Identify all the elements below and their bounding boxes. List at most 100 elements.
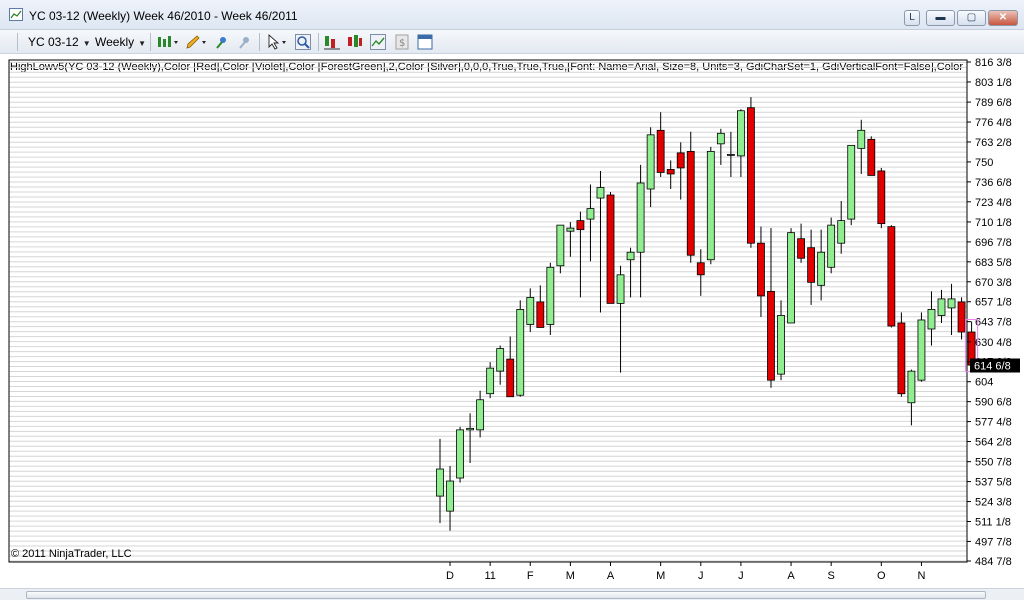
candle-body-up [837,220,846,244]
chart-marker-icon[interactable] [214,34,230,50]
y-tick-label: 630 4/8 [975,337,1012,349]
y-tick-label: 577 4/8 [975,417,1012,429]
panel-icon[interactable] [417,34,433,50]
candle [867,136,876,176]
candle-body-up [646,134,655,190]
candle [927,291,936,346]
candle-body-up [937,298,946,316]
x-tick-label: J [698,570,704,582]
y-tick-label: 604 [975,377,993,389]
candle-body-up [726,153,735,156]
period-label: Weekly [95,35,135,49]
candle-body-up [566,227,575,232]
x-tick-label: J [738,570,744,582]
candle-body-up [787,232,795,324]
toolbar-separator [17,33,18,51]
candle [526,288,535,333]
y-tick-label: 683 5/8 [975,257,1012,269]
candle [556,224,565,274]
instrument-selector[interactable]: YC 03-12 ▼ [28,34,91,50]
x-tick-label: O [877,570,886,582]
candle-body-up [486,367,495,395]
candle-body-down [656,129,665,173]
candle-body-up [917,319,926,381]
horizontal-scrollbar[interactable] [0,588,1024,600]
x-tick-label: D [446,570,454,582]
minimize-button[interactable]: ▬ [926,10,955,26]
y-tick-label: 497 7/8 [975,536,1012,548]
maximize-button[interactable]: ▢ [957,10,986,26]
candle [646,127,655,208]
bar-type-icon[interactable] [157,34,179,50]
zoom-icon[interactable] [295,34,311,50]
data-box-icon[interactable]: $ [394,34,410,50]
y-tick-label: 750 [975,157,993,169]
candle-body-down [686,150,695,256]
y-tick-label: 763 2/8 [975,137,1012,149]
y-tick-label: 564 2/8 [975,437,1012,449]
close-button[interactable]: ✕ [988,10,1018,26]
pointer-icon[interactable] [266,34,288,50]
x-tick-label: A [607,570,615,582]
candle-body-down [606,194,615,304]
toolbar-separator [150,33,151,51]
svg-text:$: $ [399,38,405,49]
candle [817,229,826,301]
x-tick-label: M [566,570,575,582]
copyright-text: © 2011 NinjaTrader, LLC [11,548,132,560]
candle-body-down [696,262,705,276]
candle-body-down [757,242,765,297]
period-selector[interactable]: Weekly ▼ [95,34,146,50]
toolbar-separator [259,33,260,51]
candle-body-up [586,208,595,220]
candle [907,369,916,426]
price-chart[interactable]: 816 3/8 803 1/8 789 6/8 776 4/8 763 2/8 750 73… [0,54,1024,588]
candle [797,223,805,263]
candle-body-down [576,220,585,231]
candle [466,413,474,463]
candle-body-down [877,170,886,225]
candle-body-down [666,169,675,175]
window-title: YC 03-12 (Weekly) Week 46/2010 - Week 46… [29,9,298,23]
candle-body-down [506,358,515,398]
drawing-pencil-icon[interactable] [185,34,207,50]
y-tick-label: 511 1/8 [975,516,1011,528]
candle [877,167,886,229]
candle [626,247,635,298]
candle-body-up [777,315,785,375]
y-tick-label: 816 3/8 [975,57,1012,69]
candle-body-down [536,301,545,328]
candle-body-down [676,152,685,169]
x-tick-label: A [787,570,795,582]
y-tick-label: 803 1/8 [975,77,1012,89]
candle [937,289,946,323]
eraser-icon[interactable] [237,34,253,50]
y-axis: 816 3/8 803 1/8 789 6/8 776 4/8 763 2/8 750 73… [967,57,1012,568]
link-button[interactable]: L [904,10,920,26]
candle [897,312,906,397]
strategies-icon[interactable] [347,34,363,50]
candle-body-up [596,187,605,199]
candle [586,184,595,262]
candle [917,312,926,382]
y-tick-label: 710 1/8 [975,217,1012,229]
candle [476,390,485,438]
scrollbar-thumb[interactable] [26,591,986,599]
candle-body-up [446,480,454,512]
candle-body-up [436,468,444,497]
candle [666,160,675,190]
indicators-icon[interactable] [324,34,340,50]
candle [456,426,464,483]
candle-body-up [737,110,745,157]
instrument-label: YC 03-12 [28,35,79,49]
chart-properties-icon[interactable] [370,34,386,50]
y-tick-label: 723 4/8 [975,197,1012,209]
candle [506,336,515,398]
candle-body-up [907,370,916,404]
candle-body-up [556,224,565,267]
candle [757,226,765,317]
candle [777,300,785,381]
candle-body-up [476,399,485,431]
y-tick-label: 590 6/8 [975,397,1012,409]
candle-body-down [957,301,966,333]
